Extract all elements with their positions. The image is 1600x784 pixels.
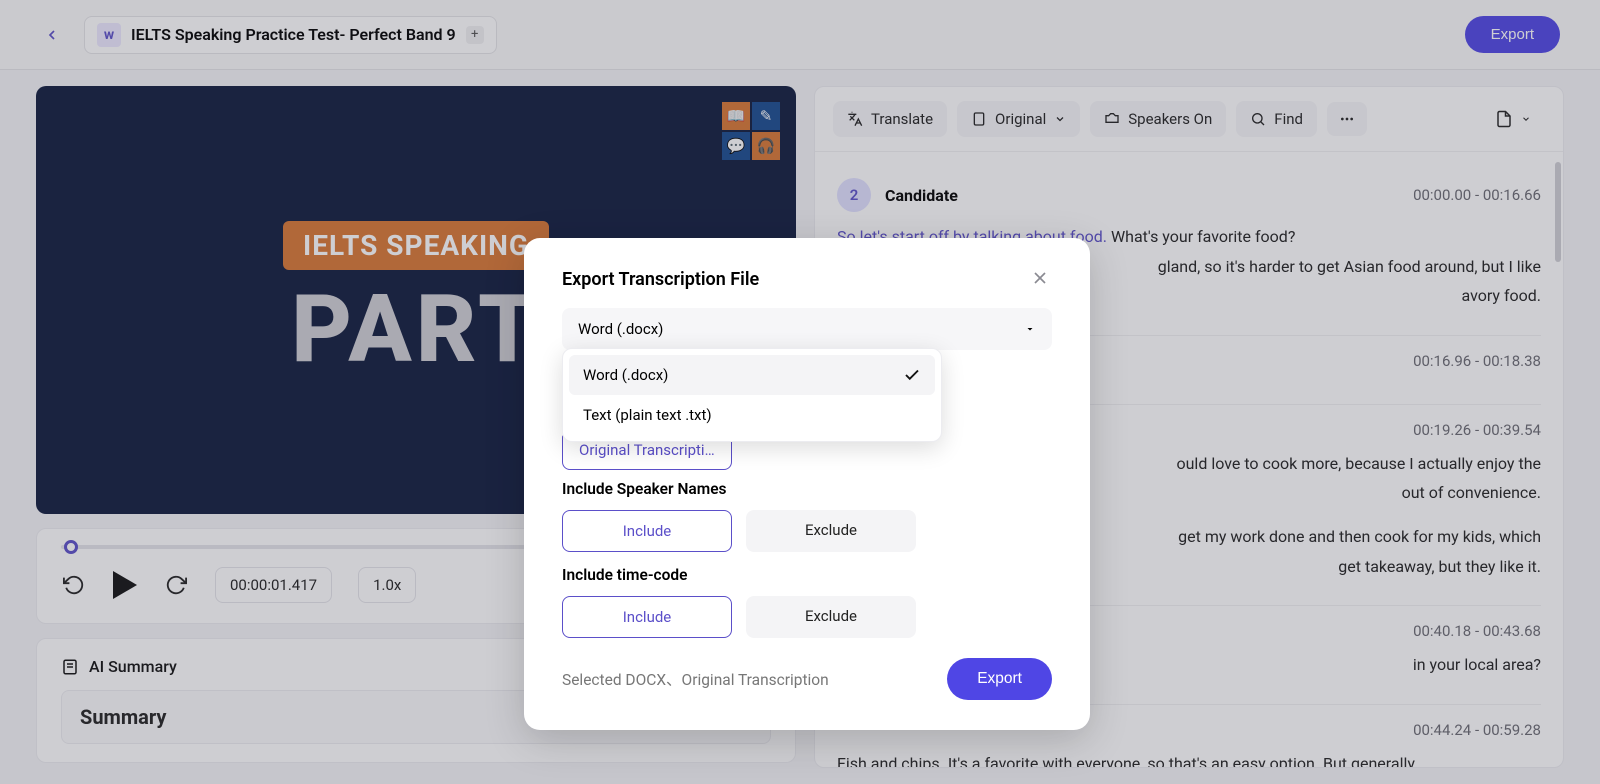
caret-down-icon	[1024, 323, 1036, 335]
timecode-exclude-button[interactable]: Exclude	[746, 596, 916, 638]
dropdown-option-txt[interactable]: Text (plain text .txt)	[569, 395, 935, 435]
select-value: Word (.docx)	[578, 320, 663, 338]
speaker-exclude-button[interactable]: Exclude	[746, 510, 916, 552]
format-dropdown: Word (.docx) Text (plain text .txt)	[562, 348, 942, 442]
speaker-include-button[interactable]: Include	[562, 510, 732, 552]
dropdown-option-docx[interactable]: Word (.docx)	[569, 355, 935, 395]
modal-title: Export Transcription File	[562, 269, 759, 290]
selection-summary: Selected DOCX、Original Transcription	[562, 668, 829, 690]
close-icon	[1030, 268, 1050, 288]
export-modal: Export Transcription File Word (.docx) W…	[524, 238, 1090, 730]
timecode-section-label: Include time-code	[562, 566, 1052, 584]
format-select[interactable]: Word (.docx)	[562, 308, 1052, 350]
check-icon	[903, 366, 921, 384]
timecode-include-button[interactable]: Include	[562, 596, 732, 638]
modal-export-button[interactable]: Export	[947, 658, 1052, 700]
option-label: Word (.docx)	[583, 366, 668, 384]
speaker-section-label: Include Speaker Names	[562, 480, 1052, 498]
close-button[interactable]	[1030, 268, 1052, 290]
option-label: Text (plain text .txt)	[583, 406, 712, 424]
